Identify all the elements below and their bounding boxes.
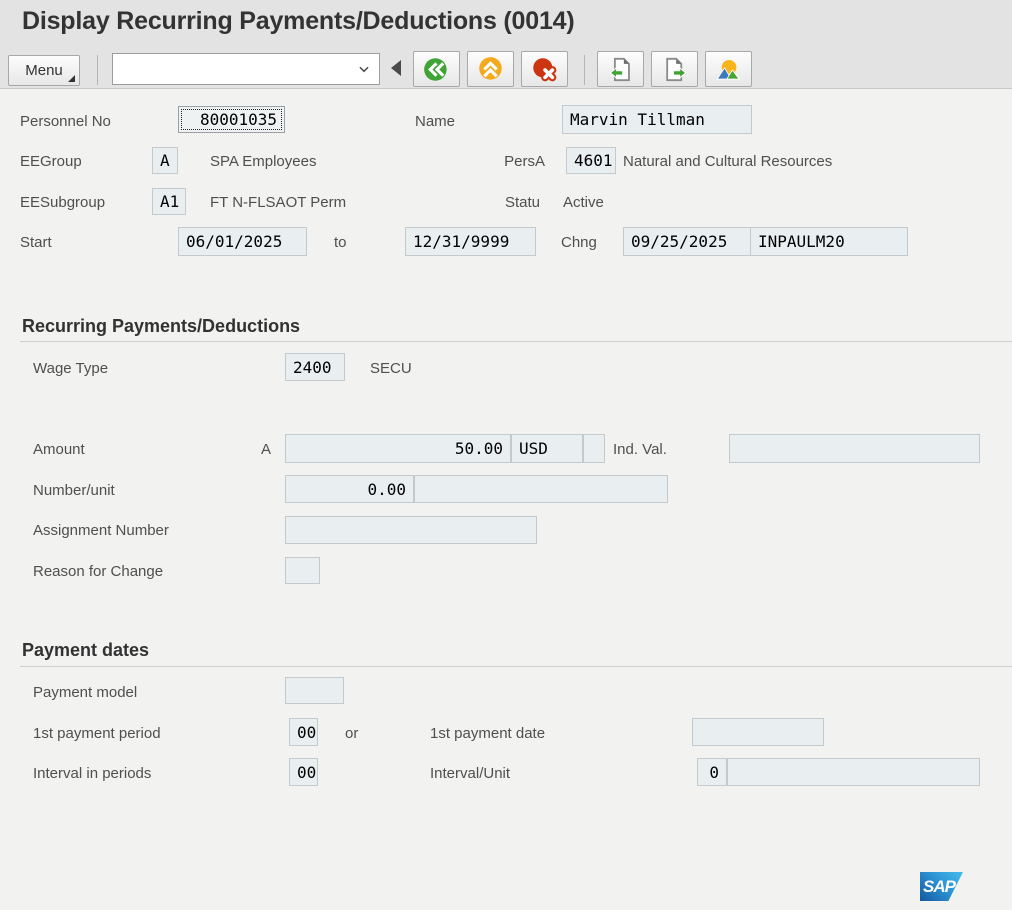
ee-group-label: EEGroup: [20, 153, 82, 170]
pers-a-label: PersA: [495, 153, 545, 170]
section-divider: [20, 341, 1012, 342]
personnel-no-label: Personnel No: [20, 113, 111, 130]
ee-subgroup-label: EESubgroup: [20, 194, 105, 211]
unit-field[interactable]: [414, 475, 668, 503]
menu-triangle-icon: [68, 75, 75, 82]
back-icon: [423, 56, 450, 83]
next-record-icon: [661, 56, 688, 83]
reason-for-change-field[interactable]: [285, 557, 320, 584]
assignment-number-field[interactable]: [285, 516, 537, 544]
number-unit-label: Number/unit: [33, 482, 115, 499]
overview-icon: [715, 56, 742, 83]
currency-dropdown-box[interactable]: [583, 434, 605, 463]
ind-val-label: Ind. Val.: [613, 441, 667, 458]
start-date-field[interactable]: 06/01/2025: [178, 227, 307, 256]
ee-subgroup-field[interactable]: A1: [152, 188, 186, 215]
menu-button-label: Menu: [25, 62, 63, 79]
sap-window: Display Recurring Payments/Deductions (0…: [0, 0, 1012, 910]
interval-in-periods-label: Interval in periods: [33, 765, 151, 782]
ee-group-field[interactable]: A: [152, 147, 178, 174]
toolbar-divider: [97, 55, 98, 85]
status-label: Statu: [490, 194, 540, 211]
ee-group-text: SPA Employees: [210, 153, 316, 170]
to-label: to: [334, 234, 347, 251]
chevron-down-icon[interactable]: [357, 62, 371, 76]
or-label: or: [345, 725, 358, 742]
chng-user-field[interactable]: INPAULM20: [750, 227, 908, 256]
section-divider: [20, 666, 1012, 667]
page-title: Display Recurring Payments/Deductions (0…: [22, 7, 575, 36]
amount-field[interactable]: 50.00: [285, 434, 511, 463]
cancel-button[interactable]: [521, 51, 568, 87]
personnel-no-field[interactable]: 80001035: [178, 106, 285, 133]
ind-val-field[interactable]: [729, 434, 980, 463]
interval-unit-field[interactable]: [727, 758, 980, 786]
pers-a-field[interactable]: 4601: [566, 147, 616, 174]
interval-unit-label: Interval/Unit: [430, 765, 510, 782]
exit-icon: [477, 56, 504, 83]
payment-model-label: Payment model: [33, 684, 137, 701]
overview-button[interactable]: [705, 51, 752, 87]
chng-label: Chng: [561, 234, 597, 251]
first-payment-date-label: 1st payment date: [430, 725, 545, 742]
first-payment-period-label: 1st payment period: [33, 725, 161, 742]
scroll-left-icon[interactable]: [391, 60, 401, 76]
pers-a-text: Natural and Cultural Resources: [623, 153, 832, 170]
status-value: Active: [563, 194, 604, 211]
previous-record-icon: [607, 56, 634, 83]
sap-logo: SAP: [920, 872, 963, 901]
back-button[interactable]: [413, 51, 460, 87]
payment-dates-section-title: Payment dates: [22, 640, 149, 661]
name-label: Name: [415, 113, 455, 130]
cancel-icon: [531, 56, 558, 83]
toolbar-divider: [584, 55, 585, 85]
number-unit-field[interactable]: 0.00: [285, 475, 414, 503]
interval-in-periods-field[interactable]: 00: [289, 758, 318, 786]
first-payment-period-field[interactable]: 00: [289, 718, 318, 746]
reason-for-change-label: Reason for Change: [33, 563, 163, 580]
wage-type-label: Wage Type: [33, 360, 108, 377]
first-payment-date-field[interactable]: [692, 718, 824, 746]
start-label: Start: [20, 234, 52, 251]
amount-indicator: A: [261, 441, 271, 458]
recurring-section-title: Recurring Payments/Deductions: [22, 316, 300, 337]
exit-button[interactable]: [467, 51, 514, 87]
name-field[interactable]: Marvin Tillman: [562, 105, 752, 134]
payment-model-field[interactable]: [285, 677, 344, 704]
command-field[interactable]: [112, 53, 380, 85]
end-date-field[interactable]: 12/31/9999: [405, 227, 536, 256]
assignment-number-label: Assignment Number: [33, 522, 169, 539]
currency-field[interactable]: USD: [511, 434, 583, 463]
next-record-button[interactable]: [651, 51, 698, 87]
ee-subgroup-text: FT N-FLSAOT Perm: [210, 194, 346, 211]
top-bar: Display Recurring Payments/Deductions (0…: [0, 0, 1012, 89]
wage-type-text: SECU: [370, 360, 412, 377]
previous-record-button[interactable]: [597, 51, 644, 87]
wage-type-field[interactable]: 2400: [285, 353, 345, 381]
menu-button[interactable]: Menu: [8, 55, 80, 86]
chng-date-field[interactable]: 09/25/2025: [623, 227, 751, 256]
sap-logo-text: SAP: [920, 877, 955, 897]
interval-value-field[interactable]: 0: [697, 758, 727, 786]
amount-label: Amount: [33, 441, 85, 458]
